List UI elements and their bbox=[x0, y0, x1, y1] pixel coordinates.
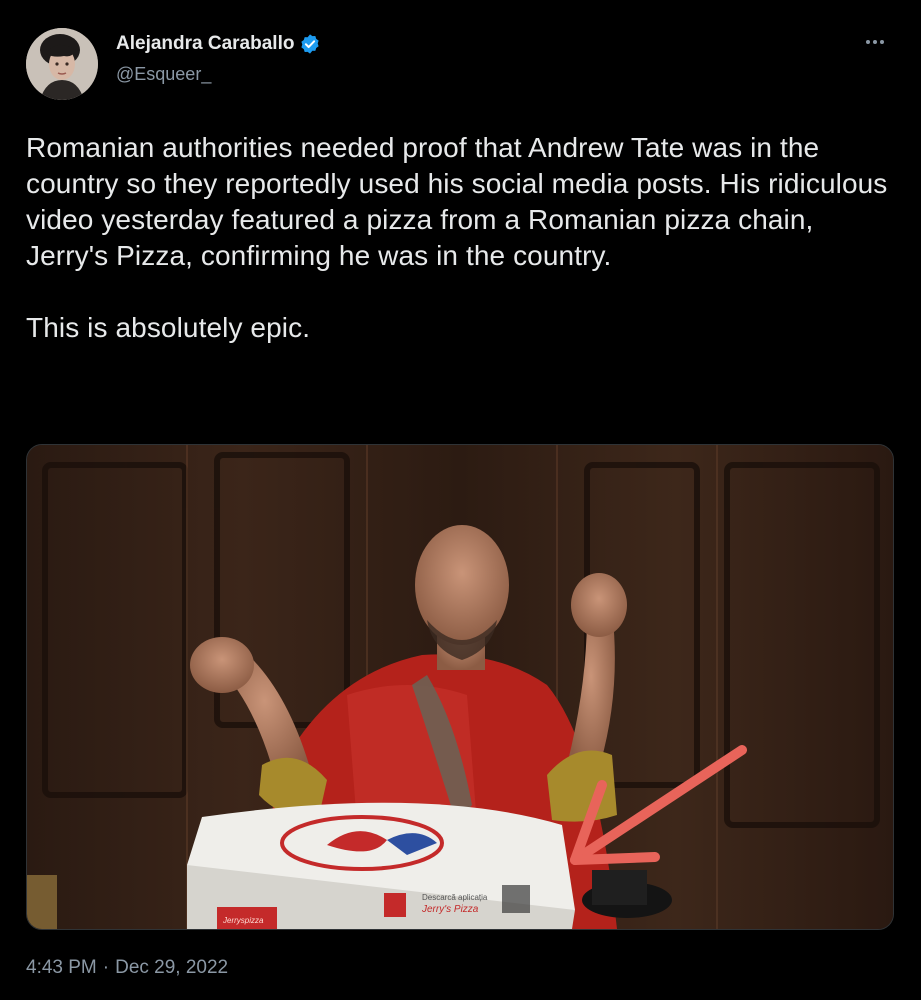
more-options-icon[interactable] bbox=[859, 30, 891, 54]
avatar-photo-icon bbox=[26, 28, 98, 100]
box-brand: Jerry's Pizza bbox=[421, 904, 479, 915]
tweet: Alejandra Caraballo @Esqueer_ Romanian a… bbox=[0, 0, 921, 1000]
verified-badge-icon[interactable] bbox=[299, 33, 321, 55]
box-site: Jerryspizza bbox=[222, 916, 264, 925]
tweet-media-photo[interactable]: Descarcă aplicația Jerry's Pizza Jerrysp… bbox=[26, 444, 894, 930]
tweet-time[interactable]: 4:43 PM bbox=[26, 957, 97, 978]
author-name-row[interactable]: Alejandra Caraballo bbox=[116, 33, 321, 55]
box-app-line: Descarcă aplicația bbox=[422, 893, 488, 902]
tweet-date[interactable]: Dec 29, 2022 bbox=[115, 957, 228, 978]
author-avatar[interactable] bbox=[26, 28, 98, 100]
timestamp-separator: · bbox=[102, 957, 110, 978]
author-handle[interactable]: @Esqueer_ bbox=[116, 64, 211, 85]
tweet-text: Romanian authorities needed proof that A… bbox=[26, 132, 888, 343]
video-still-photo-icon: Descarcă aplicația Jerry's Pizza Jerrysp… bbox=[27, 445, 893, 929]
tweet-timestamp[interactable]: 4:43 PM · Dec 29, 2022 bbox=[26, 957, 228, 979]
author-display-name[interactable]: Alejandra Caraballo bbox=[116, 33, 294, 55]
